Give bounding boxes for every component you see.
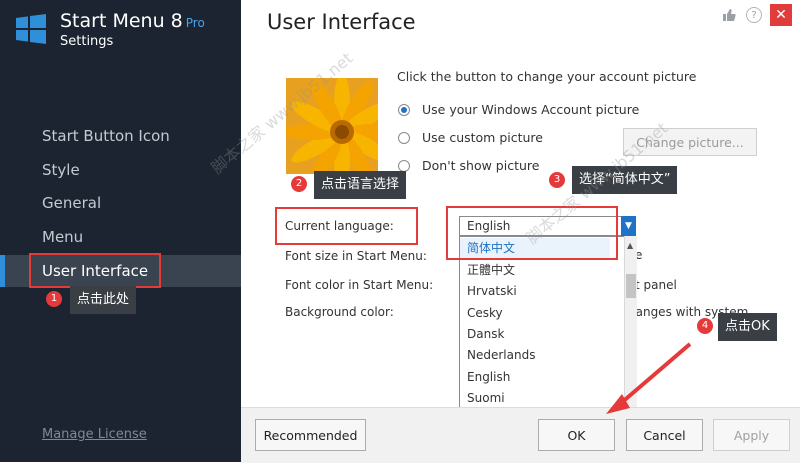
sidebar-item-menu[interactable]: Menu — [0, 221, 241, 253]
annotation-badge-1: 1 — [46, 291, 62, 307]
app-edition: Pro — [185, 16, 205, 30]
language-option[interactable]: Dansk — [460, 324, 610, 345]
highlight-language-label — [275, 207, 418, 245]
language-option[interactable]: Nederlands — [460, 345, 610, 366]
ok-button[interactable]: OK — [538, 419, 615, 451]
annotation-badge-4: 4 — [697, 318, 713, 334]
font-color-suffix-text: t panel — [635, 278, 677, 292]
language-option[interactable]: Hrvatski — [460, 281, 610, 302]
highlight-user-interface — [29, 253, 161, 288]
chevron-down-icon[interactable]: ▼ — [621, 216, 636, 236]
language-option[interactable]: English — [460, 367, 610, 388]
language-dropdown-list: 简体中文 正體中文 Hrvatski Cesky Dansk Nederland… — [459, 236, 625, 408]
apply-button[interactable]: Apply — [713, 419, 790, 451]
sidebar-item-style[interactable]: Style — [0, 154, 241, 186]
page-title: User Interface — [267, 10, 416, 34]
account-picture — [286, 78, 378, 174]
highlight-language-select — [446, 206, 618, 260]
scroll-up-icon[interactable]: ▲ — [627, 241, 633, 250]
language-option[interactable]: Cesky — [460, 303, 610, 324]
radio-label: Don't show picture — [422, 158, 540, 173]
cancel-button[interactable]: Cancel — [626, 419, 703, 451]
thumbs-up-icon[interactable] — [720, 6, 738, 24]
annotation-callout-2: 点击语言选择 — [314, 171, 407, 199]
radio-indicator[interactable] — [398, 131, 410, 144]
sidebar-item-start-button-icon[interactable]: Start Button Icon — [0, 120, 241, 152]
radio-label: Use your Windows Account picture — [422, 102, 640, 117]
dropdown-scrollbar[interactable]: ▲ — [624, 236, 637, 408]
radio-indicator[interactable] — [398, 103, 410, 116]
scrollbar-thumb[interactable] — [626, 274, 636, 298]
app-subtitle: Settings — [60, 34, 114, 49]
annotation-callout-1: 点击此处 — [70, 286, 137, 314]
sidebar-item-general[interactable]: General — [0, 187, 241, 219]
annotation-badge-2: 2 — [291, 176, 307, 192]
language-option[interactable]: 正體中文 — [460, 260, 610, 281]
account-picture-instruction: Click the button to change your account … — [397, 69, 697, 84]
footer-bar: Recommended OK Cancel Apply — [241, 407, 800, 463]
app-name: Start Menu 8 Pro — [60, 10, 205, 32]
recommended-button[interactable]: Recommended — [255, 419, 366, 451]
annotation-badge-3: 3 — [549, 172, 565, 188]
background-color-label: Background color: — [285, 305, 394, 319]
annotation-callout-3: 选择“简体中文” — [572, 166, 678, 194]
windows-logo-icon — [16, 14, 46, 44]
annotation-callout-4: 点击OK — [718, 313, 777, 341]
font-size-label: Font size in Start Menu: — [285, 249, 427, 263]
radio-custom-picture[interactable]: Use custom picture — [398, 130, 543, 145]
language-option[interactable]: Suomi — [460, 388, 610, 409]
change-picture-button[interactable]: Change picture... — [623, 128, 757, 156]
radio-no-picture[interactable]: Don't show picture — [398, 158, 539, 173]
manage-license-link[interactable]: Manage License — [42, 427, 147, 442]
window-controls: ? ✕ — [720, 4, 792, 26]
close-button[interactable]: ✕ — [770, 4, 792, 26]
radio-windows-picture[interactable]: Use your Windows Account picture — [398, 102, 639, 117]
help-icon[interactable]: ? — [746, 7, 762, 23]
radio-label: Use custom picture — [422, 130, 543, 145]
sidebar: Start Menu 8 Pro Settings Start Button Ic… — [0, 0, 241, 462]
font-color-label: Font color in Start Menu: — [285, 278, 434, 292]
radio-indicator[interactable] — [398, 159, 410, 172]
